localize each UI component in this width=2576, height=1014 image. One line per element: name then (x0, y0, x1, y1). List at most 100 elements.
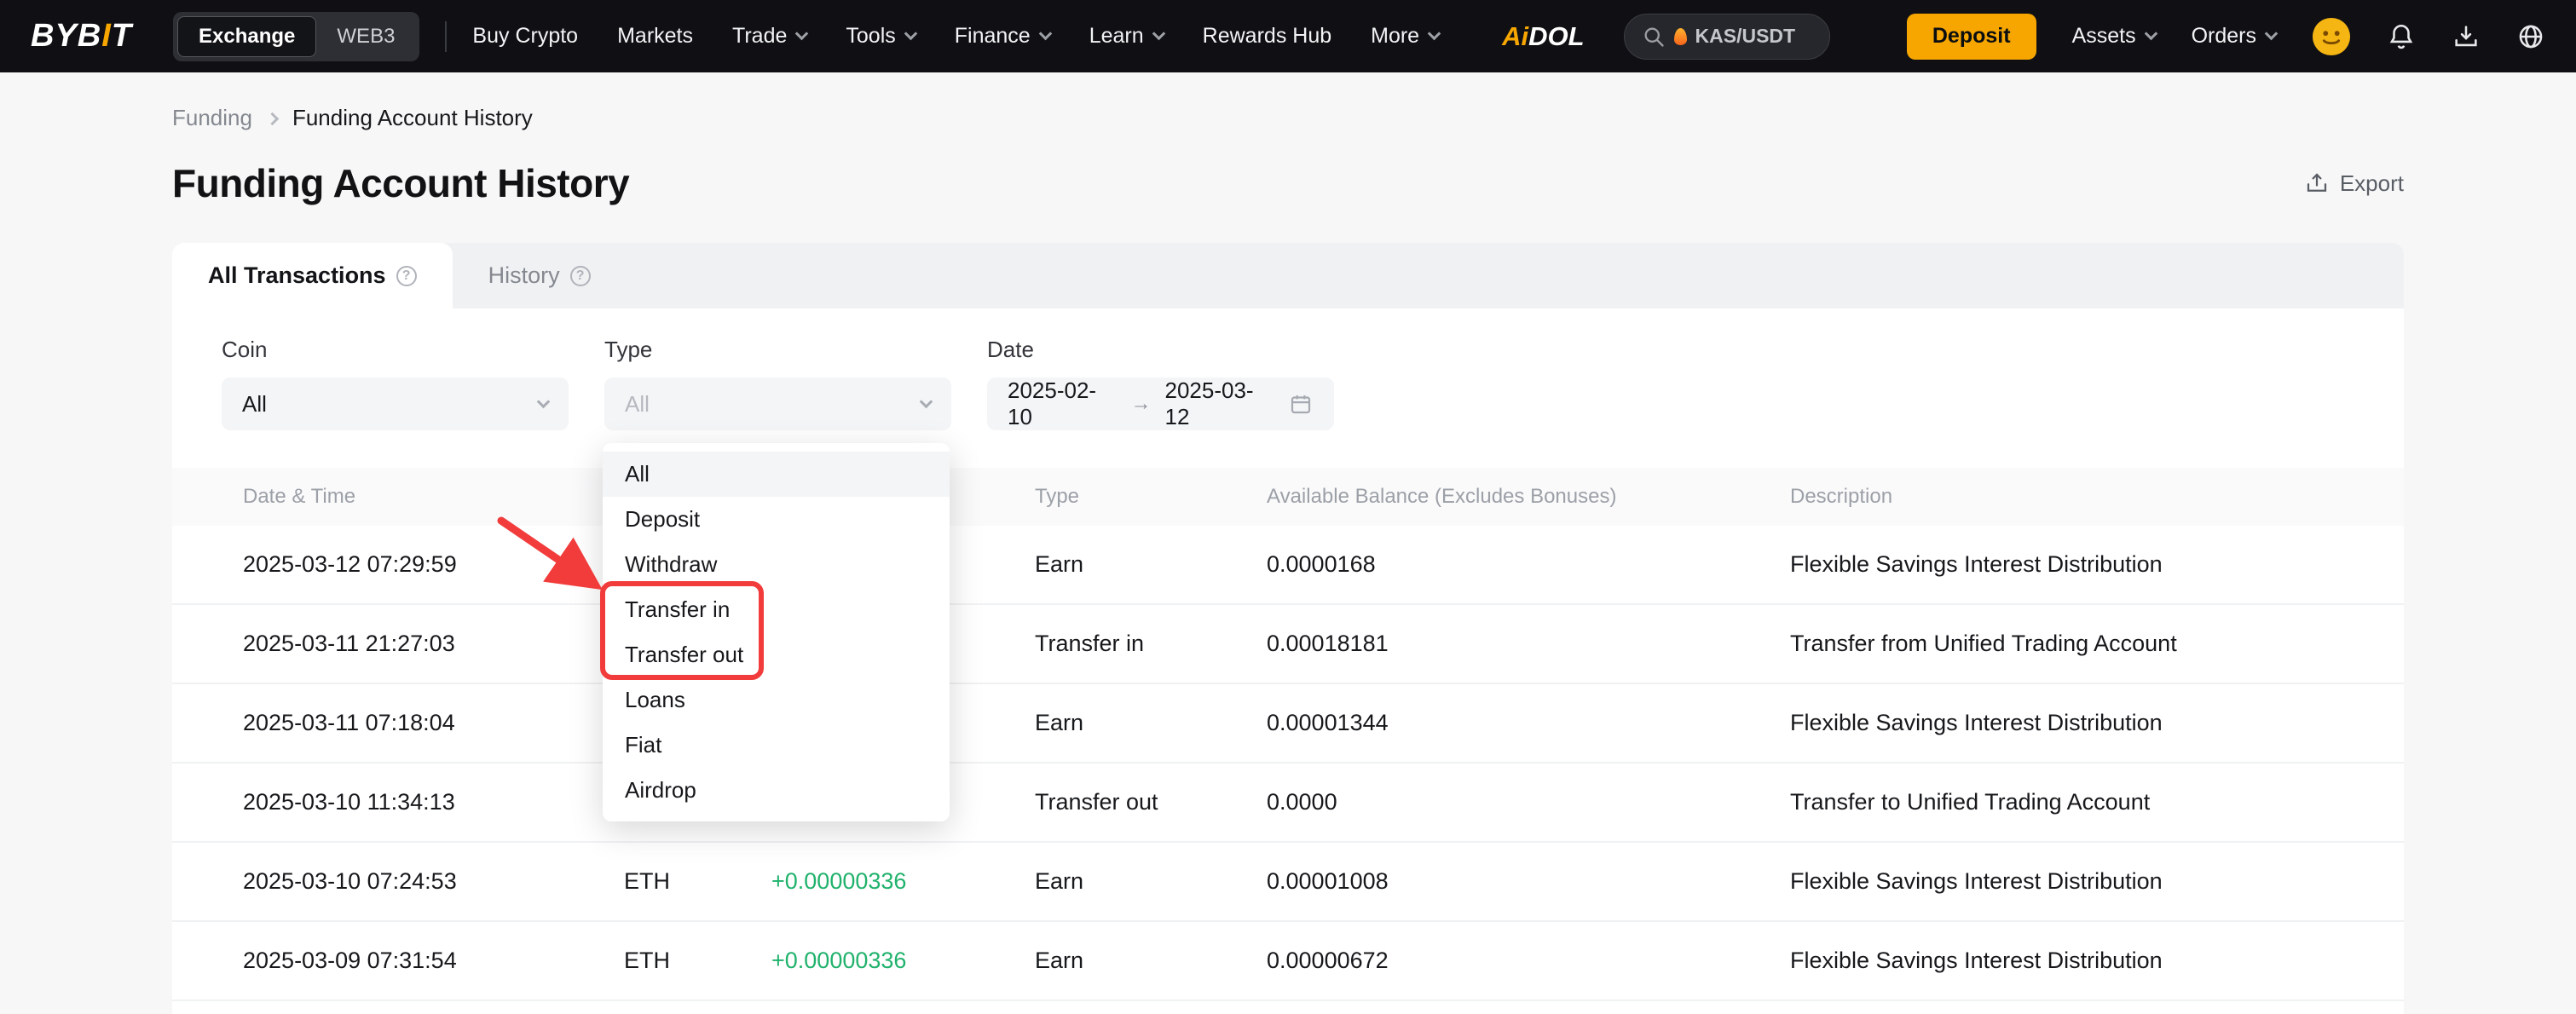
table-header: Date & TimeTypeAvailable Balance (Exclud… (172, 468, 2404, 526)
globe-icon (2516, 22, 2545, 51)
nav-menu-label: Trade (732, 24, 787, 49)
orders-label: Orders (2192, 24, 2256, 49)
export-icon (2304, 170, 2330, 196)
type-option[interactable]: Airdrop (603, 768, 950, 813)
type-option[interactable]: Fiat (603, 723, 950, 768)
coin-select-value: All (242, 391, 267, 418)
type-option[interactable]: Deposit (603, 497, 950, 542)
info-icon[interactable]: ? (396, 266, 417, 286)
coin-filter: Coin All (222, 337, 569, 430)
column-header: Available Balance (Excludes Bonuses) (1267, 485, 1790, 509)
table-row[interactable]: 2025-03-11 07:18:04 Earn 0.00001344 Flex… (172, 684, 2404, 763)
profile-avatar[interactable] (2312, 17, 2351, 56)
orders-menu[interactable]: Orders (2192, 24, 2276, 49)
tab-label: History (488, 262, 560, 289)
logo-text: BYB (31, 18, 101, 54)
cell-datetime: 2025-03-10 11:34:13 (243, 789, 624, 815)
type-filter: Type All (604, 337, 951, 430)
download-app-button[interactable] (2452, 22, 2481, 51)
cell-datetime: 2025-03-11 21:27:03 (243, 631, 624, 657)
table-row[interactable]: 2025-03-10 07:24:53 ETH +0.00000336 Earn… (172, 843, 2404, 922)
assets-menu[interactable]: Assets (2072, 24, 2156, 49)
cell-description: Transfer from Unified Trading Account (1790, 631, 2353, 657)
nav-menu-item[interactable]: Markets (617, 24, 693, 49)
cell-datetime: 2025-03-12 07:29:59 (243, 551, 624, 578)
chevron-down-icon (920, 395, 933, 408)
table-row[interactable]: 2025-03-11 21:27:03 Transfer in 0.000181… (172, 605, 2404, 684)
search-box[interactable]: KAS/USDT (1624, 14, 1830, 60)
cell-balance: 0.00018181 (1267, 631, 1790, 657)
flame-icon (1674, 28, 1687, 45)
table-row[interactable]: 2025-03-12 07:29:59 Earn 0.0000168 Flexi… (172, 526, 2404, 605)
cell-type: Earn (1035, 948, 1267, 974)
type-dropdown-menu: AllDepositWithdrawTransfer inTransfer ou… (603, 443, 950, 821)
chevron-down-icon (904, 27, 917, 41)
cell-description: Flexible Savings Interest Distribution (1790, 551, 2353, 578)
calendar-icon[interactable] (1288, 391, 1314, 417)
type-option[interactable]: Transfer out (603, 632, 950, 677)
search-hot-pair[interactable]: KAS/USDT (1695, 25, 1796, 48)
cell-type: Earn (1035, 868, 1267, 895)
date-range-picker[interactable]: 2025-02-10 → 2025-03-12 (987, 377, 1334, 430)
chevron-down-icon (2144, 27, 2157, 41)
type-option[interactable]: Loans (603, 677, 950, 723)
nav-menu-item[interactable]: Rewards Hub (1203, 24, 1331, 49)
nav-menu-item[interactable]: More (1371, 24, 1439, 49)
cell-balance: 0.0000 (1267, 789, 1790, 815)
tab-history[interactable]: History ? (453, 243, 627, 308)
breadcrumb-funding[interactable]: Funding (172, 105, 252, 131)
export-label: Export (2340, 170, 2404, 197)
date-to[interactable]: 2025-03-12 (1165, 377, 1275, 430)
cell-coin: ETH (624, 948, 771, 974)
cell-description: Flexible Savings Interest Distribution (1790, 710, 2353, 736)
date-from[interactable]: 2025-02-10 (1008, 377, 1118, 430)
top-navigation: BYBIT Exchange WEB3 Buy Crypto Markets T… (0, 0, 2576, 72)
logo-accent: I (101, 18, 112, 54)
table-row[interactable]: 2025-03-09 07:31:54 ETH +0.00000336 Earn… (172, 922, 2404, 1001)
transactions-card: All Transactions ? History ? Coin All Ty… (172, 243, 2404, 1014)
nav-menu-item[interactable]: Buy Crypto (472, 24, 578, 49)
type-option[interactable]: Withdraw (603, 542, 950, 587)
nav-menu-label: Learn (1089, 24, 1144, 49)
info-icon[interactable]: ? (570, 266, 591, 286)
filters: Coin All Type All Date 2025-02-10 → 202 (172, 308, 2404, 430)
cell-type: Earn (1035, 710, 1267, 736)
type-filter-label: Type (604, 337, 951, 362)
nav-menu-item[interactable]: Finance (955, 24, 1050, 49)
date-filter-label: Date (987, 337, 1334, 362)
tab-all-transactions[interactable]: All Transactions ? (172, 243, 453, 308)
deposit-button[interactable]: Deposit (1907, 14, 2036, 60)
cell-type: Transfer in (1035, 631, 1267, 657)
notifications-button[interactable] (2387, 22, 2416, 51)
chevron-right-icon (266, 112, 280, 126)
cell-type: Earn (1035, 551, 1267, 578)
toggle-exchange[interactable]: Exchange (177, 16, 316, 57)
page-title: Funding Account History (172, 160, 629, 206)
logo-text: T (112, 18, 132, 54)
coin-select[interactable]: All (222, 377, 569, 430)
aidol-rest: DOL (1528, 21, 1584, 51)
type-option[interactable]: Transfer in (603, 587, 950, 632)
cell-amount: +0.00000336 (771, 948, 1035, 974)
cell-datetime: 2025-03-11 07:18:04 (243, 710, 624, 736)
export-button[interactable]: Export (2304, 170, 2404, 197)
table-row[interactable]: 2025-03-10 11:34:13 Transfer out 0.0000 … (172, 763, 2404, 843)
toggle-web3[interactable]: WEB3 (316, 16, 415, 57)
column-header: Type (1035, 485, 1267, 509)
table-body: 2025-03-12 07:29:59 Earn 0.0000168 Flexi… (172, 526, 2404, 1001)
aidol-logo[interactable]: AiDOL (1502, 21, 1584, 52)
cell-balance: 0.0000168 (1267, 551, 1790, 578)
topbar-right: Deposit Assets Orders (1907, 14, 2545, 60)
nav-menu-item[interactable]: Tools (846, 24, 915, 49)
title-row: Funding Account History Export (172, 160, 2404, 206)
nav-menu-item[interactable]: Trade (732, 24, 806, 49)
type-option[interactable]: All (603, 452, 950, 497)
bybit-logo[interactable]: BYBIT (31, 18, 132, 55)
cell-amount: +0.00000336 (771, 868, 1035, 895)
download-icon (2452, 22, 2481, 51)
type-select[interactable]: All (604, 377, 951, 430)
divider (445, 21, 447, 52)
main-menu: Buy Crypto Markets Trade Tools Finance L… (472, 24, 1439, 49)
language-button[interactable] (2516, 22, 2545, 51)
nav-menu-item[interactable]: Learn (1089, 24, 1164, 49)
